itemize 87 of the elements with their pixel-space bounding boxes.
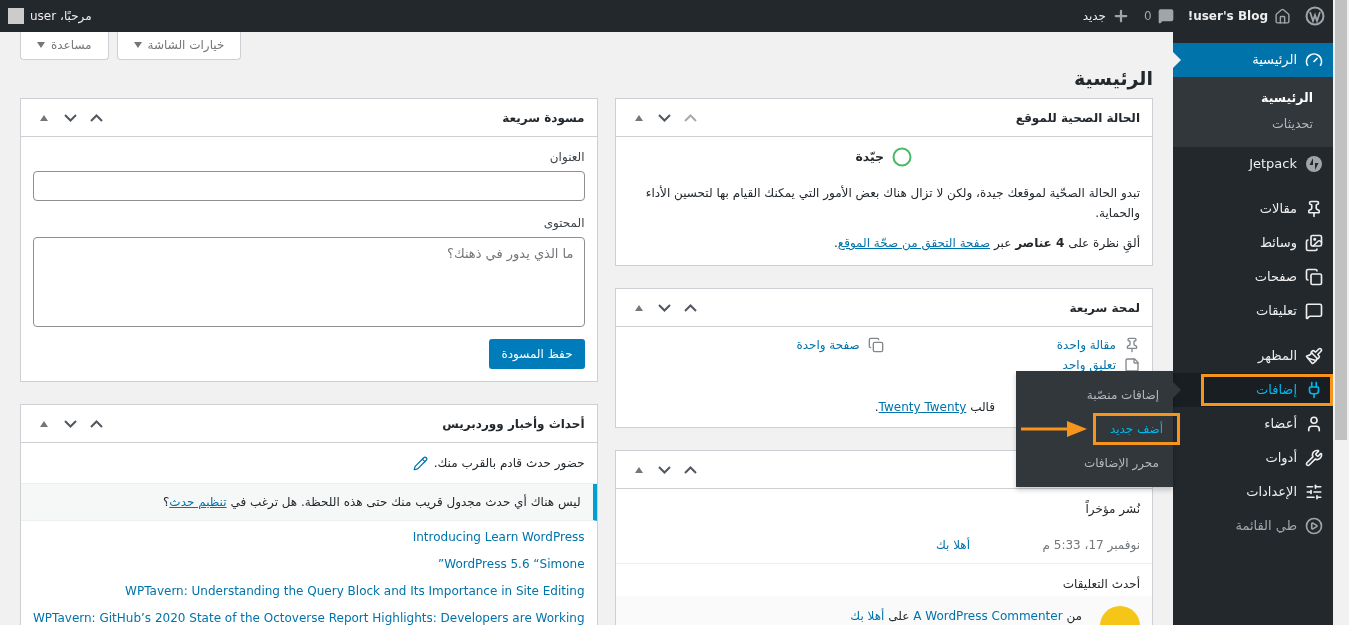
events-notice: ليس هناك أي حدث مجدول قريب منك حتى هذه اللحظة. هل ترغب في تنظيم حدث؟ xyxy=(21,484,597,521)
theme-link[interactable]: Twenty Twenty xyxy=(878,400,967,414)
news-link[interactable]: WPTavern: GitHub’s 2020 State of the Octoverse Report Highlights: Developers are Working xyxy=(33,611,585,625)
title-field[interactable] xyxy=(33,171,585,201)
paintbrush-icon xyxy=(1305,347,1323,365)
section-heading: نُشر مؤخراً xyxy=(1084,501,1140,517)
organize-link[interactable]: تنظيم حدث xyxy=(169,495,227,509)
submenu-item[interactable]: محرر الإضافات xyxy=(1073,449,1173,477)
status-ring-icon xyxy=(892,147,913,167)
sidebar-item[interactable]: الرئيسية xyxy=(1173,43,1333,77)
home-icon xyxy=(1274,7,1291,25)
status-label: جيّدة xyxy=(855,149,885,165)
submenu-item[interactable]: أضف جديد xyxy=(1092,413,1180,445)
field-label: العنوان xyxy=(548,149,585,165)
chevron-up-icon xyxy=(684,465,698,474)
health-description: تبدو الحالة الصحّية لموقعك جيدة، ولكن لا تزال هناك بعض الأمور التي يمكنك القيام بها لتحسين الأداء والحماية. xyxy=(644,184,1140,222)
screen-meta-button[interactable]: مساعدة xyxy=(20,32,109,60)
pencil-icon[interactable] xyxy=(412,455,428,471)
field-label: المحتوى xyxy=(542,215,585,231)
attend-text: حضور حدث قادم بالقرب منك. xyxy=(433,455,585,471)
sidebar-item[interactable]: المظهر xyxy=(1173,339,1333,373)
chevron-up-icon xyxy=(684,303,698,312)
sidebar-item[interactable]: مقالات xyxy=(1173,192,1333,226)
pointer-arrow xyxy=(1020,420,1087,438)
news-link[interactable]: WPTavern: Understanding the Query Block and Its Importance in Site Editing xyxy=(125,584,585,598)
news-link[interactable]: WordPress 5.6 “Simone” xyxy=(438,557,585,571)
sidebar-item[interactable]: تعليقات xyxy=(1173,294,1333,328)
triangle-icon xyxy=(40,420,48,427)
chevron-down-icon xyxy=(658,113,672,122)
glance-link[interactable]: مقالة واحدة xyxy=(883,337,1140,353)
sidebar-item[interactable]: الإعدادات xyxy=(1173,475,1333,509)
sidebar-item[interactable]: صفحات xyxy=(1173,260,1333,294)
chevron-up-icon xyxy=(89,419,103,428)
widget-title: مسودة سريعة xyxy=(502,109,585,126)
comment-icon xyxy=(1157,8,1174,24)
triangle-icon xyxy=(634,466,643,473)
avatar xyxy=(8,8,24,24)
widget-title: لمحة سريعة xyxy=(1069,299,1140,316)
sidebar-item[interactable]: طي القائمة xyxy=(1173,509,1333,543)
pages-icon xyxy=(1305,268,1323,286)
save-draft-button[interactable]: حفظ المسودة xyxy=(489,339,585,369)
comments-link[interactable]: 0 xyxy=(1144,8,1174,24)
comment-icon xyxy=(1305,302,1323,320)
bolt-circle-icon xyxy=(1305,155,1323,173)
post-link[interactable]: أهلا بك xyxy=(935,537,970,553)
images-icon xyxy=(1305,234,1323,252)
site-link[interactable]: user's Blog! xyxy=(1187,7,1291,25)
widget-title: الحالة الصحية للموقع xyxy=(1015,109,1140,126)
note-icon xyxy=(1124,357,1140,373)
user-icon xyxy=(1305,415,1323,433)
section-heading: أحدث التعليقات xyxy=(1061,576,1140,592)
post-date: نوفمبر 17، 5:33 م xyxy=(1041,537,1140,553)
widget-title: أحداث وأخبار ووردبريس xyxy=(442,415,585,432)
chevron-up-icon xyxy=(89,113,103,122)
triangle-icon xyxy=(634,304,643,311)
author-link[interactable]: A WordPress Commenter xyxy=(913,609,1063,623)
content-field[interactable]: ما الذي يدور في ذهنك؟ xyxy=(33,237,585,327)
submenu-item[interactable]: الرئيسية xyxy=(1173,85,1333,111)
caret-icon xyxy=(133,42,142,48)
post-link[interactable]: أهلا بك xyxy=(850,609,885,623)
sidebar-item[interactable]: Jetpack xyxy=(1173,147,1333,181)
gauge-icon xyxy=(1305,51,1323,69)
screen-meta-button[interactable]: خيارات الشاشة xyxy=(116,32,242,60)
caret-icon xyxy=(37,42,45,48)
health-details: ألقِ نظرة على 4 عناصر عبر صفحة التحقق من صحّة الموقع. xyxy=(627,233,1140,253)
glance-link[interactable]: صفحة واحدة xyxy=(627,337,884,353)
chevron-down-icon xyxy=(658,303,672,312)
triangle-icon xyxy=(634,114,643,121)
new-content-link[interactable]: جديد xyxy=(1082,7,1131,25)
news-link[interactable]: Introducing Learn WordPress xyxy=(412,530,585,544)
pages-icon xyxy=(867,337,884,353)
chevron-down-icon xyxy=(63,113,77,122)
page-title: الرئيسية xyxy=(1073,66,1153,92)
pin-icon xyxy=(1124,337,1140,353)
submenu-item[interactable]: إضافات منصّبة xyxy=(1076,381,1173,409)
chevron-down-icon xyxy=(63,419,77,428)
sidebar-item[interactable]: وسائط xyxy=(1173,226,1333,260)
chevron-down-icon xyxy=(658,465,672,474)
sliders-icon xyxy=(1305,483,1323,501)
logo-icon[interactable] xyxy=(1305,6,1325,26)
wrench-icon xyxy=(1305,449,1323,467)
play-icon xyxy=(1305,517,1323,535)
chevron-up-icon xyxy=(684,113,698,122)
pin-icon xyxy=(1305,200,1323,218)
account-link[interactable]: مرحبًا، user xyxy=(8,8,92,24)
triangle-icon xyxy=(40,114,48,121)
submenu-item[interactable]: تحديثات xyxy=(1173,111,1333,137)
